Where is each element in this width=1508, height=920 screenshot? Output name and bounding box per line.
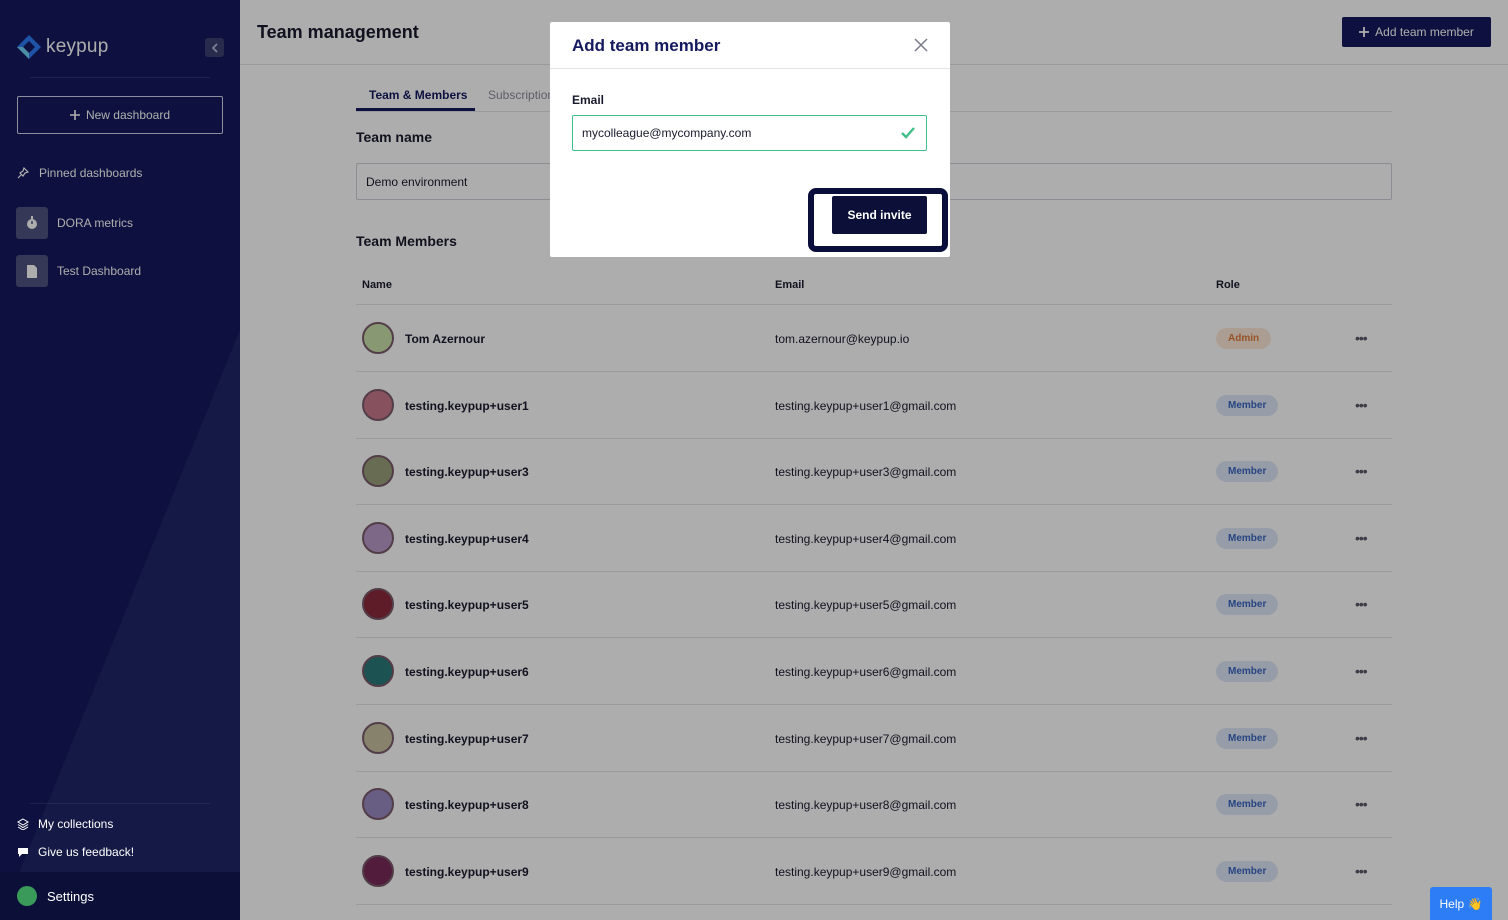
- add-team-member-modal: Add team member Email Send invite: [550, 22, 950, 257]
- modal-divider: [550, 68, 950, 69]
- chat-bubble-icon: [18, 848, 28, 857]
- help-button[interactable]: Help 👋: [1430, 887, 1492, 920]
- sidebar-item-feedback[interactable]: Give us feedback!: [17, 845, 134, 859]
- sidebar-item-label: My collections: [38, 817, 114, 831]
- settings-button[interactable]: Settings: [0, 872, 240, 920]
- avatar: [17, 886, 37, 906]
- send-invite-button[interactable]: Send invite: [832, 196, 927, 234]
- email-field[interactable]: [572, 115, 927, 151]
- sidebar-item-label: Give us feedback!: [38, 845, 135, 859]
- checkmark-icon: [901, 127, 915, 139]
- layers-icon: [17, 818, 29, 830]
- settings-label: Settings: [47, 888, 94, 904]
- sidebar-item-collections[interactable]: My collections: [17, 817, 113, 831]
- modal-title: Add team member: [572, 36, 721, 55]
- email-label: Email: [572, 93, 605, 107]
- close-icon[interactable]: [914, 38, 928, 52]
